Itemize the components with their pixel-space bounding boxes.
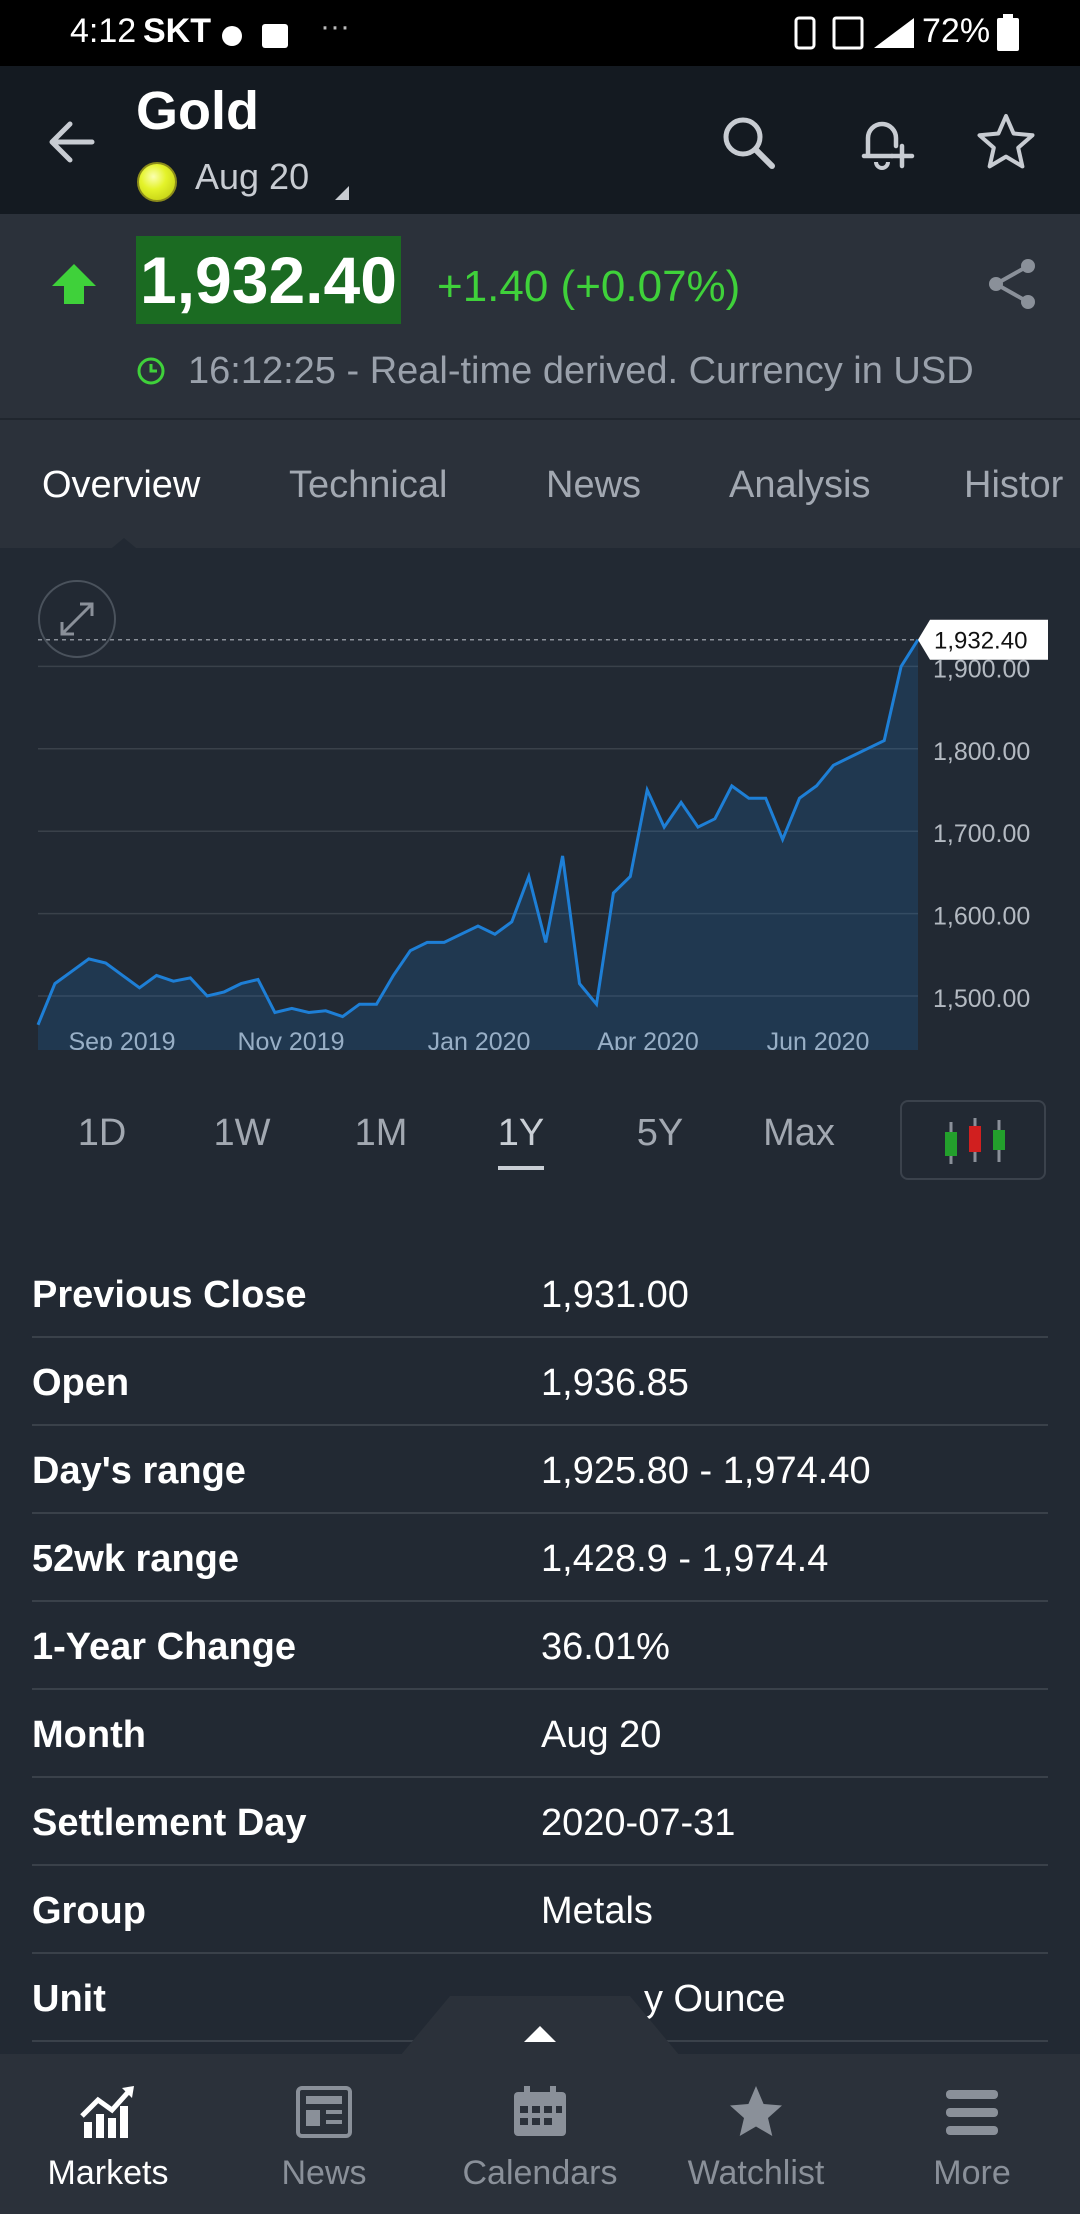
price-up-arrow-icon [52,264,96,304]
bottom-navigation: Markets News Calendars Watchlist More [0,2054,1080,2214]
chart-type-button[interactable] [900,1100,1046,1180]
status-bar: 4:12 SKT ··· 72% [0,0,1080,66]
calendar-icon [514,2086,566,2136]
status-carrier: SKT [143,12,211,50]
stat-value: 1,936.85 [541,1362,689,1404]
nav-watchlist[interactable]: Watchlist [648,2054,864,2214]
battery-icon [997,14,1019,51]
quote-panel: 1,932.40 +1.40 (+0.07%) 16:12:25 - Real-… [0,214,1080,420]
stat-row: Open 1,936.85 [32,1338,1048,1426]
nav-more[interactable]: More [864,2054,1080,2214]
back-arrow-icon[interactable] [40,110,104,174]
nav-label: More [933,2154,1011,2192]
stat-value: Aug 20 [541,1714,662,1756]
tab-news[interactable]: News [546,464,641,507]
y-axis-tick-label: 1,600.00 [933,903,1030,931]
active-range-underline [498,1166,544,1170]
tab-historical[interactable]: Histor [964,464,1063,507]
stat-label: Previous Close [32,1274,307,1316]
tab-overview[interactable]: Overview [42,464,200,507]
stat-value: 2020-07-31 [541,1802,736,1844]
stat-label: Month [32,1714,146,1756]
stat-row: Settlement Day 2020-07-31 [32,1778,1048,1866]
clock-icon [137,357,165,385]
nav-label: Markets [47,2154,169,2192]
stat-value: 1,931.00 [541,1274,689,1316]
y-axis-tick-label: 1,800.00 [933,738,1030,766]
range-5y[interactable]: 5Y [610,1112,710,1155]
range-1m[interactable]: 1M [331,1112,431,1155]
stat-row: Month Aug 20 [32,1690,1048,1778]
search-icon[interactable] [716,110,780,174]
last-price-label: 1,932.40 [934,628,1027,655]
gold-coin-icon [137,162,177,202]
stat-row: Day's range 1,925.80 - 1,974.40 [32,1426,1048,1514]
nav-markets[interactable]: Markets [0,2054,216,2214]
quote-timestamp: 16:12:25 - Real-time derived. Currency i… [188,350,974,392]
contract-selector[interactable]: Aug 20 [195,156,309,198]
section-tabs: Overview Technical News Analysis Histor [0,420,1080,548]
candlestick-icon [945,1118,1005,1164]
stat-value: 1,925.80 - 1,974.40 [541,1450,871,1492]
star-icon [730,2086,782,2136]
range-1d[interactable]: 1D [52,1112,152,1155]
nav-label: Calendars [462,2154,618,2192]
time-range-selector: 1D 1W 1M 1Y 5Y Max [0,1050,1080,1190]
stat-row: 52wk range 1,428.9 - 1,974.4 [32,1514,1048,1602]
news-icon [296,2086,352,2138]
stat-label: Open [32,1362,130,1404]
price-area-fill [38,639,918,1050]
tab-technical[interactable]: Technical [289,464,447,507]
tab-analysis[interactable]: Analysis [729,464,871,507]
stat-label: Settlement Day [32,1802,307,1844]
status-time: 4:12 [70,12,137,50]
range-1w[interactable]: 1W [192,1112,292,1155]
watchlist-star-icon[interactable] [974,110,1038,174]
active-tab-indicator [112,538,136,548]
range-max[interactable]: Max [749,1112,849,1155]
app-header: Gold Aug 20 [0,66,1080,214]
nav-calendars[interactable]: Calendars [432,2054,648,2214]
stat-label: 1-Year Change [32,1626,296,1668]
stat-value: 1,428.9 - 1,974.4 [541,1538,829,1580]
markets-icon [80,2086,134,2138]
instrument-title: Gold [136,81,259,141]
y-axis-tick-label: 1,500.00 [933,985,1030,1013]
last-price: 1,932.40 [140,243,397,317]
stat-value: Metals [541,1890,653,1932]
stat-value: y Ounce [644,1978,786,2020]
add-alert-icon[interactable] [852,110,916,174]
price-change: +1.40 (+0.07%) [437,262,741,311]
price-chart[interactable]: 1,900.00 1,800.00 1,700.00 1,600.00 1,500.00… [0,548,1080,1050]
share-icon[interactable] [984,256,1040,312]
nav-label: News [281,2154,367,2192]
nav-news[interactable]: News [216,2054,432,2214]
contract-caret-icon[interactable] [335,186,349,200]
notification-icons [222,24,288,48]
signal-icons [794,16,914,50]
stat-value: 36.01% [541,1626,670,1668]
stat-label: Day's range [32,1450,246,1492]
nav-label: Watchlist [687,2154,825,2192]
expand-icon [60,602,94,636]
menu-icon [946,2090,998,2135]
expand-chart-button[interactable] [38,580,116,658]
stat-row: 1-Year Change 36.01% [32,1602,1048,1690]
y-axis-tick-label: 1,700.00 [933,820,1030,848]
price-highlight: 1,932.40 [136,236,401,324]
collapse-up-arrow-icon[interactable] [524,2026,556,2042]
status-more-dots: ··· [320,10,350,43]
stat-label: Unit [32,1978,106,2020]
chart-svg: 1,900.001,800.001,700.001,600.001,500.00… [36,619,1048,1050]
range-1y[interactable]: 1Y [471,1112,571,1155]
battery-percent: 72% [922,12,991,50]
stat-label: Group [32,1890,146,1932]
stat-row: Previous Close 1,931.00 [32,1250,1048,1338]
stat-label: 52wk range [32,1538,239,1580]
stat-row: Group Metals [32,1866,1048,1954]
